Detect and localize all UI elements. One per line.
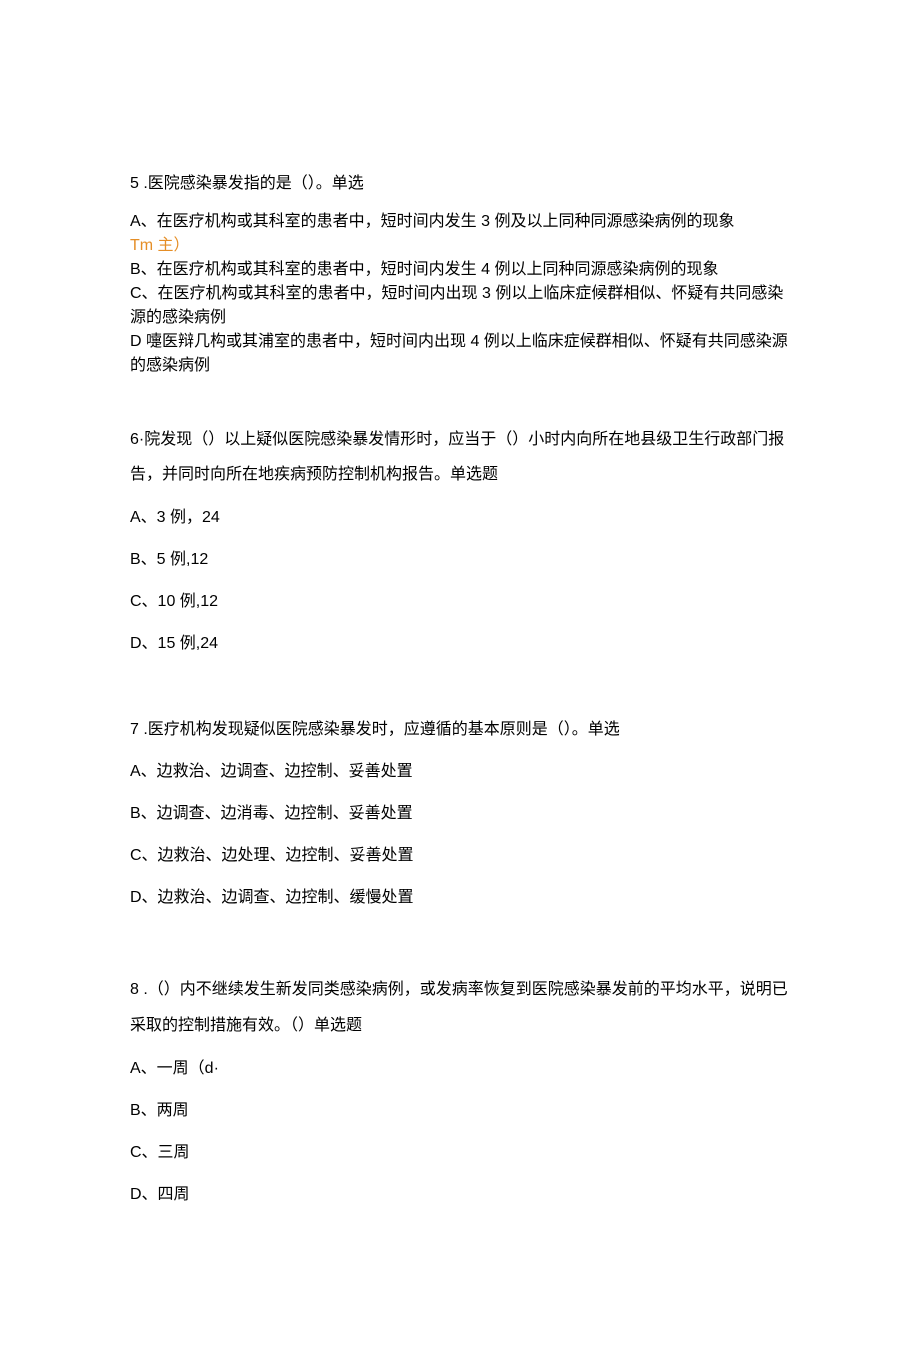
q8-option-b: B、两周	[130, 1099, 790, 1123]
q7-option-a: A、边救治、边调查、边控制、妥善处置	[130, 760, 790, 784]
document-page: 5 .医院感染暴发指的是（）。单选 A、在医疗机构或其科室的患者中，短时间内发生…	[0, 0, 920, 1345]
q7-option-d: D、边救治、边调查、边控制、缓慢处置	[130, 886, 790, 910]
q5-option-a: A、在医疗机构或其科室的患者中，短时间内发生 3 例及以上同种同源感染病例的现象	[130, 210, 790, 234]
q5-option-b: B、在医疗机构或其科室的患者中，短时间内发生 4 例以上同种同源感染病例的现象	[130, 258, 790, 282]
q6-option-a: A、3 例，24	[130, 506, 790, 530]
q8-option-c: C、三周	[130, 1141, 790, 1165]
q8-stem: 8 .（）内不继续发生新发同类感染病例，或发病率恢复到医院感染暴发前的平均水平，…	[130, 972, 790, 1042]
q5-option-c: C、在医疗机构或其科室的患者中，短时间内出现 3 例以上临床症候群相似、怀疑有共…	[130, 282, 790, 330]
q5-option-a-note: Tm 主）	[130, 234, 790, 258]
q5-stem: 5 .医院感染暴发指的是（）。单选	[130, 172, 790, 196]
q6-stem: 6·院发现（）以上疑似医院感染暴发情形时，应当于（）小时内向所在地县级卫生行政部…	[130, 422, 790, 492]
q7-option-c: C、边救治、边处理、边控制、妥善处置	[130, 844, 790, 868]
spacer	[130, 378, 790, 422]
q7-option-b: B、边调查、边消毒、边控制、妥善处置	[130, 802, 790, 826]
q6-option-b: B、5 例,12	[130, 548, 790, 572]
q7-stem: 7 .医疗机构发现疑似医院感染暴发时，应遵循的基本原则是（）。单选	[130, 718, 790, 742]
q6-option-c: C、10 例,12	[130, 590, 790, 614]
q6-option-d: D、15 例,24	[130, 632, 790, 656]
q5-option-d: D 嚏医辩几构或其浦室的患者中，短时间内出现 4 例以上临床症候群相似、怀疑有共…	[130, 330, 790, 378]
spacer	[130, 928, 790, 972]
spacer	[130, 674, 790, 718]
q8-option-a: A、一周（d·	[130, 1057, 790, 1081]
q8-option-d: D、四周	[130, 1183, 790, 1207]
